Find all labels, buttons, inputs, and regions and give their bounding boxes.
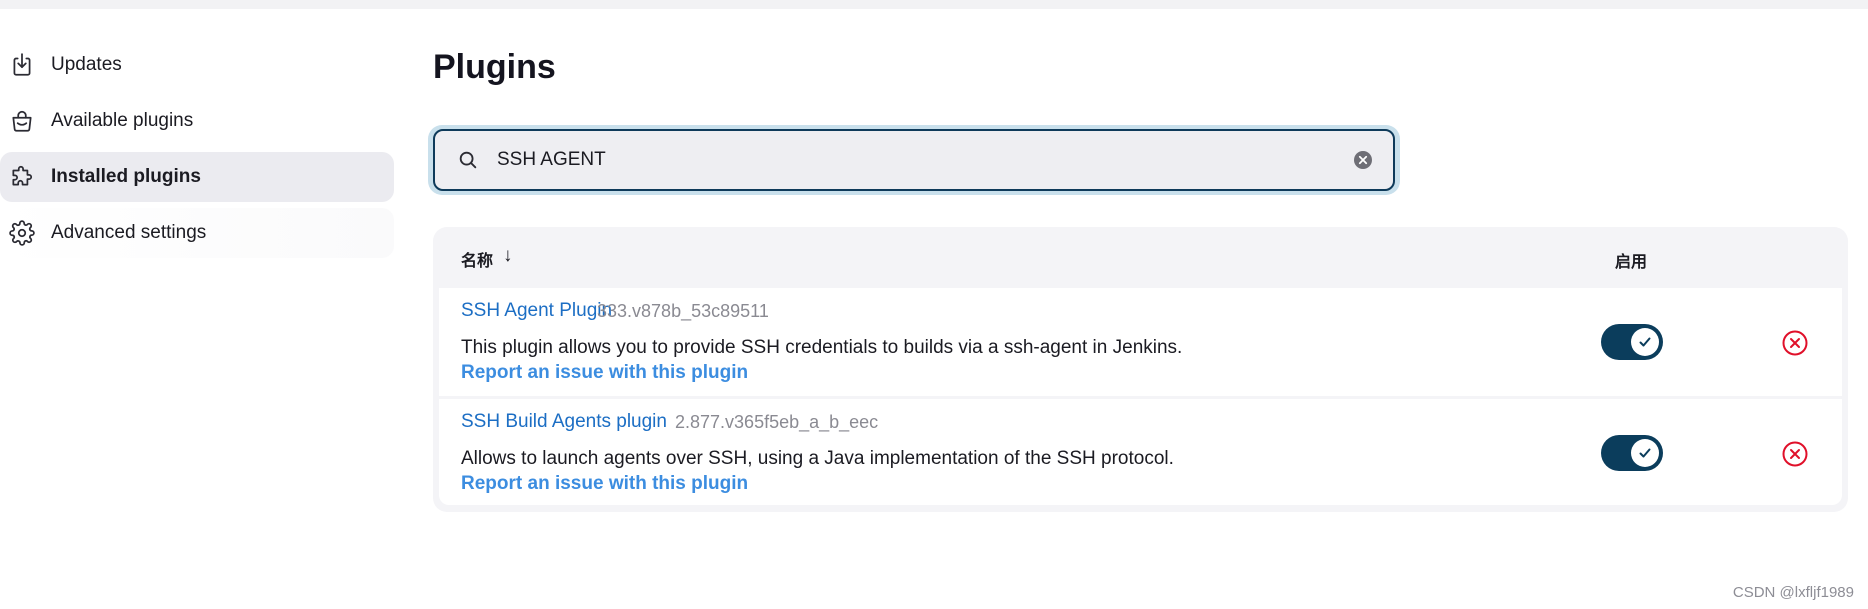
toggle-knob [1631,439,1659,467]
shopping-bag-icon [9,108,35,134]
uninstall-icon[interactable] [1781,329,1809,357]
gear-icon [9,220,35,246]
search-icon [459,151,477,169]
page-title: Plugins [433,48,556,86]
table-header: 名称 ↓ 启用 [433,227,1848,287]
column-header-enabled: 启用 [1615,254,1648,271]
sidebar: Updates Available plugins Installed plug… [0,40,394,264]
sort-down-icon[interactable]: ↓ [503,245,513,267]
plugin-name-link[interactable]: SSH Agent Plugin [461,300,612,322]
search-focus-ring [428,125,1400,195]
search-input[interactable] [497,149,1353,171]
plugin-description: This plugin allows you to provide SSH cr… [461,337,1183,358]
sidebar-item-updates[interactable]: Updates [0,40,394,90]
table-row: SSH Agent Plugin 333.v878b_53c89511 This… [439,288,1842,396]
plugin-description: Allows to launch agents over SSH, using … [461,448,1174,469]
check-icon [1639,448,1651,458]
toggle-knob [1631,328,1659,356]
column-header-name[interactable]: 名称 [461,247,493,271]
enable-toggle[interactable] [1601,324,1663,360]
plugins-table: 名称 ↓ 启用 SSH Agent Plugin 333.v878b_53c89… [433,227,1848,512]
report-issue-link[interactable]: Report an issue with this plugin [461,473,748,495]
plugin-version: 2.877.v365f5eb_a_b_eec [675,412,879,432]
uninstall-icon[interactable] [1781,440,1809,468]
sidebar-item-label: Updates [51,54,122,75]
download-icon [9,52,35,78]
plugin-name-link[interactable]: SSH Build Agents plugin [461,411,667,433]
table-row: SSH Build Agents plugin 2.877.v365f5eb_a… [439,399,1842,505]
puzzle-icon [9,164,35,190]
clear-icon[interactable] [1353,150,1373,170]
sidebar-item-available-plugins[interactable]: Available plugins [0,96,394,146]
check-icon [1639,337,1651,347]
sidebar-item-label: Available plugins [51,110,194,131]
sidebar-item-label: Installed plugins [51,166,201,187]
sidebar-item-advanced-settings[interactable]: Advanced settings [0,208,394,258]
enable-toggle[interactable] [1601,435,1663,471]
sidebar-item-label: Advanced settings [51,222,207,243]
top-bar [0,0,1868,9]
sidebar-item-installed-plugins[interactable]: Installed plugins [0,152,394,202]
watermark: CSDN @lxfljf1989 [1732,584,1854,601]
search-box[interactable] [433,129,1395,191]
report-issue-link[interactable]: Report an issue with this plugin [461,362,748,384]
plugin-version: 333.v878b_53c89511 [597,301,769,321]
